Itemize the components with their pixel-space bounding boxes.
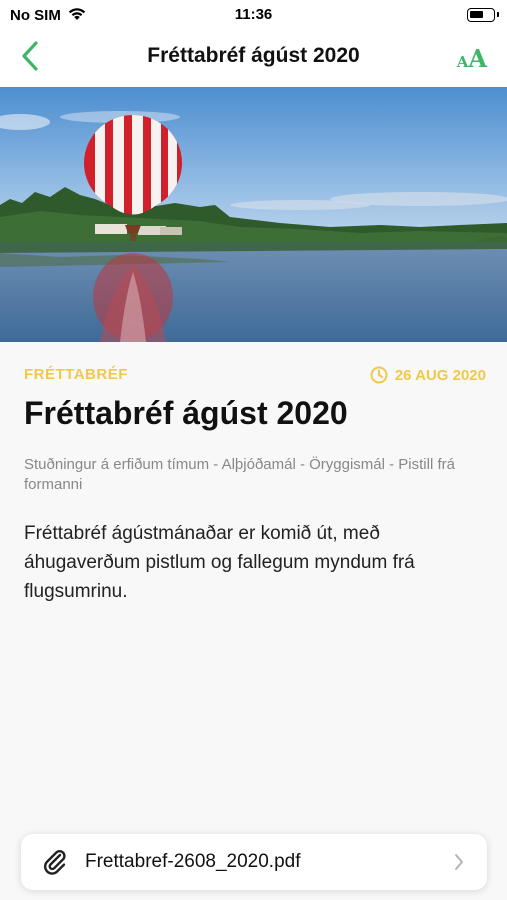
chevron-left-icon	[20, 40, 40, 77]
article-date-label: 26 AUG 2020	[394, 366, 486, 384]
battery-icon	[467, 8, 499, 22]
hero-image	[0, 87, 507, 342]
font-size-button[interactable]: A A	[457, 42, 487, 74]
article-date: 26 AUG 2020	[370, 366, 486, 384]
nav-title: Fréttabréf ágúst 2020	[147, 44, 360, 67]
back-button[interactable]	[14, 40, 46, 77]
status-bar: No SIM 11:36	[0, 0, 507, 30]
chevron-right-icon	[453, 852, 465, 872]
article-category: FRÉTTABRÉF	[24, 366, 128, 383]
article-title: Fréttabréf ágúst 2020	[24, 395, 348, 431]
clock-time: 11:36	[234, 6, 273, 23]
font-size-small-icon: A	[456, 53, 469, 71]
article-subtitle: Stuðningur á erfiðum tímum - Alþjóðamál …	[24, 456, 455, 493]
clock-icon	[370, 366, 388, 384]
attachment-filename: Frettabref-2608_2020.pdf	[85, 851, 301, 872]
paperclip-icon	[43, 849, 67, 875]
battery-level	[470, 11, 483, 18]
pdf-attachment-button[interactable]: Frettabref-2608_2020.pdf	[21, 834, 487, 890]
article-body: Fréttabréf ágústmánaðar er komið út, með…	[24, 523, 415, 602]
navigation-bar: Fréttabréf ágúst 2020 A A	[0, 30, 507, 87]
font-size-large-icon: A	[468, 44, 487, 73]
